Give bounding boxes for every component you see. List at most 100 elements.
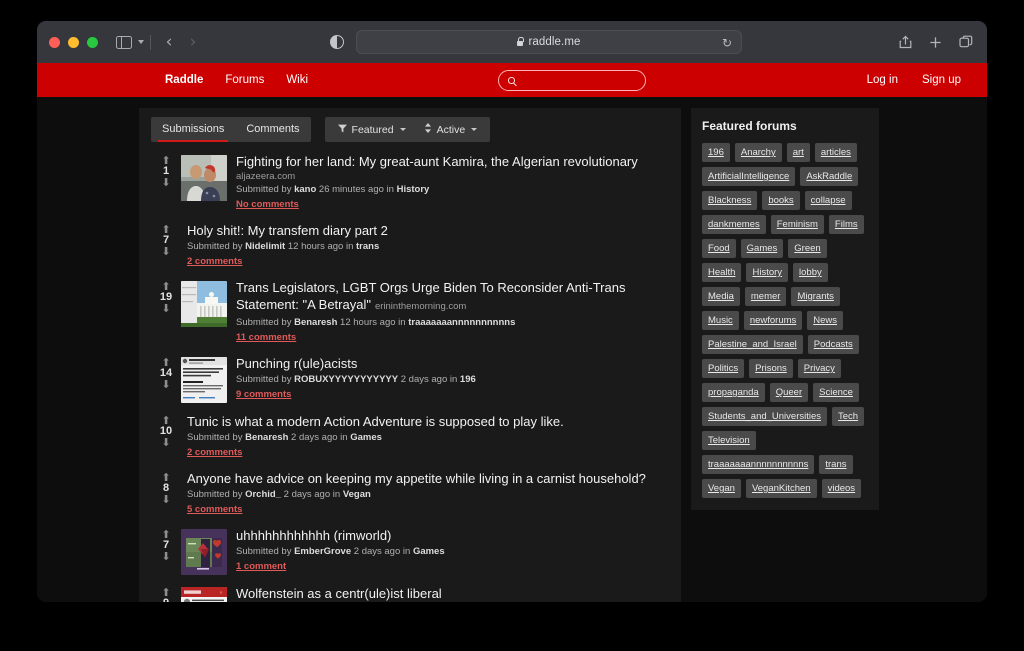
- submission-forum[interactable]: Games: [413, 546, 445, 557]
- upvote-button[interactable]: ⬆: [161, 281, 170, 292]
- forum-tag[interactable]: Science: [813, 383, 859, 402]
- nav-wiki[interactable]: Wiki: [286, 74, 308, 86]
- forum-tag[interactable]: Food: [702, 239, 736, 258]
- forum-tag[interactable]: Anarchy: [734, 143, 782, 162]
- forum-tag[interactable]: traaaaaaannnnnnnnnns: [702, 455, 815, 474]
- submission-forum[interactable]: 196: [460, 374, 476, 385]
- submission-comments-link[interactable]: 5 comments: [187, 503, 669, 517]
- forum-tag[interactable]: Blackness: [702, 191, 758, 210]
- submission-comments-link[interactable]: 2 comments: [187, 255, 669, 269]
- tab-overview-icon[interactable]: [959, 35, 973, 49]
- upvote-button[interactable]: ⬆: [161, 529, 170, 540]
- submission-forum[interactable]: trans: [356, 241, 379, 252]
- forum-tag[interactable]: trans: [819, 455, 853, 474]
- forum-tag[interactable]: Podcasts: [807, 335, 859, 354]
- submission-title[interactable]: uhhhhhhhhhhhh (rimworld): [236, 527, 669, 544]
- forum-tag[interactable]: dankmemes: [702, 215, 766, 234]
- submission-title[interactable]: Tunic is what a modern Action Adventure …: [187, 413, 669, 430]
- forum-tag[interactable]: AskRaddle: [800, 167, 859, 186]
- forum-tag[interactable]: books: [762, 191, 800, 210]
- sidebar-toggle-button[interactable]: [116, 35, 144, 49]
- login-link[interactable]: Log in: [867, 74, 898, 86]
- submission-comments-link[interactable]: 1 comment: [236, 560, 669, 574]
- forum-tag[interactable]: 196: [702, 143, 730, 162]
- back-arrow-icon[interactable]: ‹: [157, 32, 181, 52]
- submission-domain[interactable]: aljazeera.com: [236, 171, 669, 182]
- forum-tag[interactable]: articles: [814, 143, 857, 162]
- submission-title[interactable]: Punching r(ule)acists: [236, 355, 669, 372]
- forum-tag[interactable]: Politics: [702, 359, 745, 378]
- submission-row[interactable]: ⬆ 1 ⬇ Fighting for her land: My great-aunt…: [139, 148, 681, 217]
- forum-tag[interactable]: Health: [702, 263, 742, 282]
- forum-tag[interactable]: ArtificialIntelligence: [702, 167, 796, 186]
- submission-author[interactable]: Orchid_: [245, 489, 281, 500]
- forum-tag[interactable]: Green: [788, 239, 827, 258]
- submission-row[interactable]: ⬆ 7 ⬇ uhhhhhhhhhhhh (rimworld) Submitted by…: [139, 522, 681, 580]
- forum-tag[interactable]: Vegan: [702, 479, 741, 498]
- forum-tag[interactable]: Media: [702, 287, 740, 306]
- submission-author[interactable]: kano: [294, 184, 316, 195]
- submission-forum[interactable]: traaaaaaannnnnnnnnns: [408, 317, 515, 328]
- downvote-button[interactable]: ⬇: [161, 379, 170, 390]
- submission-author[interactable]: ROBUXYYYYYYYYYYY: [294, 374, 398, 385]
- forum-tag[interactable]: News: [807, 311, 844, 330]
- close-window-button[interactable]: [49, 36, 60, 48]
- forum-tag[interactable]: Television: [702, 431, 756, 450]
- downvote-button[interactable]: ⬇: [161, 303, 170, 314]
- submission-title[interactable]: Trans Legislators, LGBT Orgs Urge Biden …: [236, 279, 669, 315]
- forum-tag[interactable]: art: [786, 143, 810, 162]
- submission-title[interactable]: Wolfenstein as a centr(ule)ist liberal: [236, 585, 669, 602]
- maximize-window-button[interactable]: [87, 36, 98, 48]
- forum-tag[interactable]: Films: [828, 215, 864, 234]
- submission-forum[interactable]: Games: [350, 432, 382, 443]
- forum-tag[interactable]: Music: [702, 311, 739, 330]
- tab-comments[interactable]: Comments: [235, 117, 310, 142]
- site-search[interactable]: [498, 70, 646, 91]
- forum-tag[interactable]: Prisons: [749, 359, 793, 378]
- chevron-down-icon[interactable]: [138, 40, 144, 44]
- upvote-button[interactable]: ⬆: [161, 155, 170, 166]
- submission-title[interactable]: Holy shit!: My transfem diary part 2: [187, 222, 669, 239]
- forum-tag[interactable]: Games: [740, 239, 784, 258]
- minimize-window-button[interactable]: [68, 36, 79, 48]
- submission-comments-link[interactable]: No comments: [236, 198, 669, 212]
- share-icon[interactable]: [899, 35, 912, 49]
- filter-featured-dropdown[interactable]: Featured: [329, 118, 415, 142]
- forum-tag[interactable]: propaganda: [702, 383, 765, 402]
- submission-row[interactable]: ⬆ 14 ⬇ Punching r(ule)acists Submitted by R…: [139, 350, 681, 408]
- submission-author[interactable]: Benaresh: [294, 317, 337, 328]
- forum-tag[interactable]: videos: [821, 479, 862, 498]
- forum-tag[interactable]: VeganKitchen: [745, 479, 817, 498]
- forum-tag[interactable]: Tech: [832, 407, 865, 426]
- submission-thumbnail[interactable]: [181, 357, 227, 403]
- forum-tag[interactable]: collapse: [804, 191, 852, 210]
- reload-icon[interactable]: ↻: [722, 36, 732, 50]
- submission-thumbnail[interactable]: [181, 155, 227, 201]
- upvote-button[interactable]: ⬆: [161, 587, 170, 598]
- submission-comments-link[interactable]: 9 comments: [236, 388, 669, 402]
- submission-domain[interactable]: erininthemorning.com: [375, 301, 466, 312]
- tab-submissions[interactable]: Submissions: [151, 117, 235, 142]
- address-bar[interactable]: raddle.me ↻: [356, 30, 742, 54]
- submission-author[interactable]: Nidelimit: [245, 241, 285, 252]
- submission-row[interactable]: ⬆ 7 ⬇ Holy shit!: My transfem diary part 2 S…: [139, 217, 681, 274]
- submission-row[interactable]: ⬆ 19 ⬇ Trans Legislators, LGBT Orgs Urge B…: [139, 274, 681, 350]
- downvote-button[interactable]: ⬇: [161, 246, 170, 257]
- forum-tag[interactable]: Privacy: [797, 359, 841, 378]
- nav-forums[interactable]: Forums: [225, 74, 264, 86]
- submission-author[interactable]: EmberGrove: [294, 546, 351, 557]
- downvote-button[interactable]: ⬇: [161, 494, 170, 505]
- downvote-button[interactable]: ⬇: [161, 437, 170, 448]
- forum-tag[interactable]: Feminism: [770, 215, 824, 234]
- forum-tag[interactable]: Palestine_and_Israel: [702, 335, 803, 354]
- forum-tag[interactable]: Migrants: [791, 287, 840, 306]
- submission-forum[interactable]: Vegan: [343, 489, 371, 500]
- upvote-button[interactable]: ⬆: [161, 224, 170, 235]
- submission-comments-link[interactable]: 2 comments: [187, 446, 669, 460]
- forum-tag[interactable]: lobby: [793, 263, 828, 282]
- submission-thumbnail[interactable]: x: [181, 587, 227, 602]
- forum-tag[interactable]: Queer: [769, 383, 809, 402]
- submission-thumbnail[interactable]: [181, 281, 227, 327]
- forum-tag[interactable]: memer: [744, 287, 787, 306]
- upvote-button[interactable]: ⬆: [161, 357, 170, 368]
